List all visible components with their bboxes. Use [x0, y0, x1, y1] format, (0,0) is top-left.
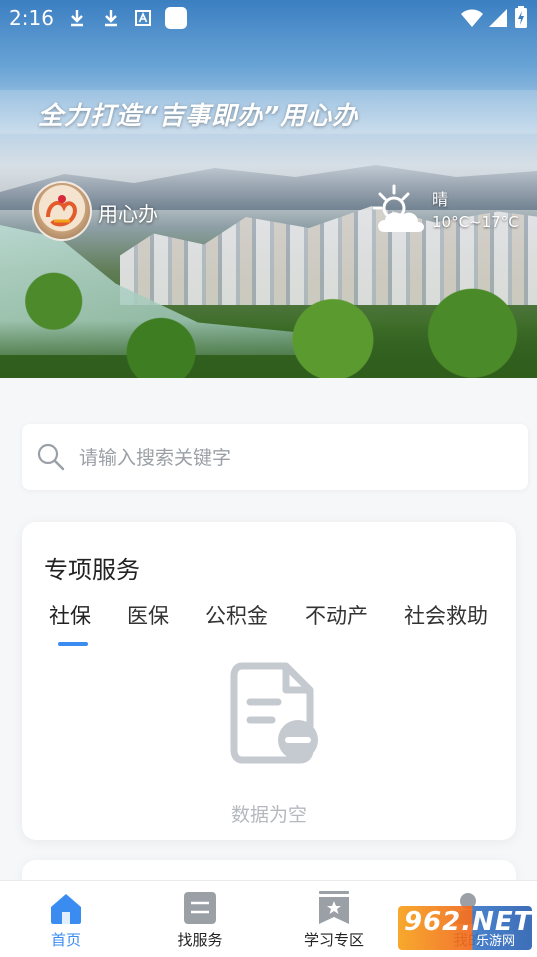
nav-study-zone-label: 学习专区	[303, 931, 364, 949]
brand-label: 用心办	[98, 202, 158, 226]
search-input[interactable]	[77, 439, 501, 477]
brand-logo-icon	[46, 195, 77, 227]
nav-home[interactable]: 首页	[16, 881, 116, 957]
tab-social-assistance[interactable]: 社会救助	[404, 600, 488, 630]
status-bar: 2:16	[0, 0, 537, 36]
signal-icon	[489, 9, 507, 27]
home-icon	[51, 894, 81, 924]
empty-state-text: 数据为空	[230, 804, 307, 826]
download-icon	[105, 10, 117, 27]
status-time: 2:16	[9, 6, 54, 30]
search-icon	[37, 443, 65, 471]
active-tab-indicator	[58, 642, 88, 646]
site-watermark: 962.NET 乐游网	[398, 906, 532, 950]
battery-charging-icon	[515, 6, 527, 28]
nav-study-zone[interactable]: 学习专区	[284, 881, 384, 957]
download-icon	[71, 10, 83, 27]
tab-housing-fund[interactable]: 公积金	[205, 600, 268, 630]
card-title: 专项服务	[44, 556, 140, 584]
list-icon	[184, 892, 216, 924]
nav-find-service-label: 找服务	[177, 931, 223, 949]
banner-slogan: 全力打造“吉事即办”用心办	[38, 101, 359, 130]
tab-real-estate[interactable]: 不动产	[305, 600, 368, 630]
nav-find-service[interactable]: 找服务	[150, 881, 250, 957]
weather-temperature: 10°C~17°C	[432, 213, 519, 231]
square-icon	[165, 7, 187, 29]
search-box[interactable]	[22, 424, 528, 490]
nav-home-label: 首页	[50, 931, 81, 949]
service-tabs: 社保 医保 公积金 不动产 社会救助	[22, 600, 516, 640]
wifi-icon	[461, 9, 483, 27]
trees-foreground	[0, 250, 537, 378]
empty-document-icon	[230, 662, 318, 764]
bookmark-star-icon	[319, 891, 349, 924]
hero-banner: 全力打造“吉事即办”用心办 用心办 晴 10°C~17°C	[0, 0, 537, 378]
weather-condition: 晴	[432, 190, 449, 209]
special-services-card: 专项服务 社保 医保 公积金 不动产 社会救助 数据为空	[22, 522, 516, 840]
tab-medical-insurance[interactable]: 医保	[127, 600, 169, 630]
watermark-site-name: 乐游网	[476, 934, 516, 949]
a-badge-icon	[135, 10, 151, 26]
tab-social-security[interactable]: 社保	[49, 600, 91, 630]
brand-logo[interactable]	[32, 181, 92, 241]
partly-sunny-icon	[372, 184, 424, 232]
